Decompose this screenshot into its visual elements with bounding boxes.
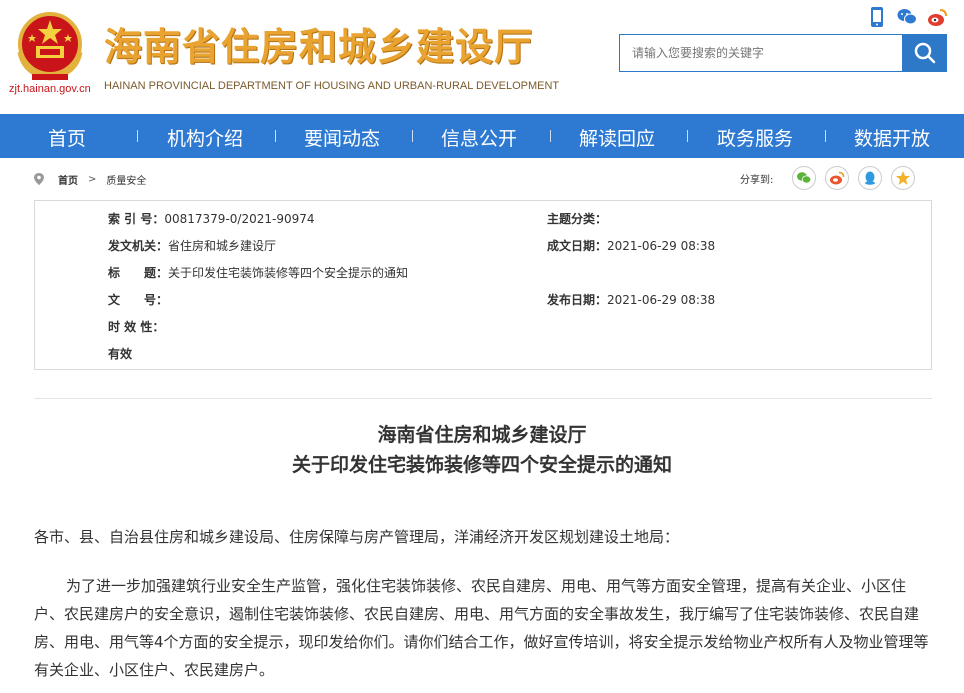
search-button[interactable] [902, 34, 947, 72]
search-icon [914, 42, 935, 64]
meta-issuer: 发文机关：省住房和城乡建设厅 [108, 237, 276, 254]
meta-validity-label: 时 效 性： [108, 320, 165, 334]
nav-separator [275, 130, 276, 142]
article-title-line-2: 关于印发住宅装饰装修等四个安全提示的通知 [291, 454, 672, 476]
meta-date: 成文日期：2021-06-29 08:38 [547, 237, 715, 254]
share-weibo-button[interactable] [825, 166, 850, 190]
meta-doc-number-label: 文 号： [108, 293, 169, 307]
site-subtitle: HAINAN PROVINCIAL DEPARTMENT OF HOUSING … [104, 80, 560, 92]
meta-validity: 时 效 性： [108, 318, 164, 335]
meta-title-value: 关于印发住宅装饰装修等四个安全提示的通知 [168, 266, 409, 280]
meta-publish-label: 发布日期： [547, 293, 608, 307]
breadcrumb-separator: > [88, 173, 97, 185]
site-title[interactable]: 海南省住房和城乡建设厅 [104, 16, 533, 71]
meta-topic: 主题分类： [547, 210, 607, 227]
site-header: zjt.hainan.gov.cn 海南省住房和城乡建设厅 HAINAN PRO… [0, 0, 964, 114]
share-label: 分享到: [740, 174, 774, 186]
national-emblem-icon[interactable] [10, 8, 90, 86]
nav-item-services[interactable]: 政务服务 [717, 124, 793, 151]
meta-doc-number: 文 号： [108, 291, 168, 308]
weibo-icon [830, 171, 845, 185]
meta-index-value: 00817379-0/2021-90974 [164, 212, 315, 226]
meta-topic-label: 主题分类： [547, 212, 608, 226]
search-bar [619, 34, 947, 72]
site-url: zjt.hainan.gov.cn [9, 83, 91, 95]
content-divider [34, 398, 932, 399]
meta-date-label: 成文日期： [547, 239, 608, 253]
search-input[interactable] [619, 34, 903, 72]
document-meta-box: 索 引 号：00817379-0/2021-90974 主题分类： 发文机关：省… [34, 200, 932, 370]
meta-issuer-value: 省住房和城乡建设厅 [168, 239, 277, 253]
meta-index: 索 引 号：00817379-0/2021-90974 [108, 210, 315, 227]
meta-issuer-label: 发文机关： [108, 239, 169, 253]
wechat-icon[interactable] [896, 6, 918, 28]
article-salutation: 各市、县、自治县住房和城乡建设局、住房保障与房产管理局，洋浦经济开发区规划建设土… [34, 528, 680, 546]
breadcrumb-home[interactable]: 首页 [58, 172, 78, 187]
nav-separator [412, 130, 413, 142]
meta-publish-value: 2021-06-29 08:38 [607, 293, 716, 307]
nav-separator [550, 130, 551, 142]
article-title-line-1: 海南省住房和城乡建设厅 [377, 424, 587, 446]
share-qq-button[interactable] [858, 166, 883, 190]
nav-item-organization[interactable]: 机构介绍 [167, 124, 243, 151]
main-nav: 首页 机构介绍 要闻动态 信息公开 解读回应 政务服务 数据开放 [0, 114, 964, 158]
weibo-icon[interactable] [926, 6, 948, 28]
breadcrumb-current[interactable]: 质量安全 [106, 172, 146, 187]
article-body-paragraph: 为了进一步加强建筑行业安全生产监管，强化住宅装饰装修、农民自建房、用电、用气等方… [34, 577, 929, 679]
meta-publish-date: 发布日期：2021-06-29 08:38 [547, 291, 715, 308]
meta-index-label: 索 引 号： [108, 212, 165, 226]
meta-date-value: 2021-06-29 08:38 [607, 239, 716, 253]
qzone-star-icon [896, 171, 911, 185]
location-pin-icon [34, 173, 44, 185]
meta-validity-value: 有效 [108, 347, 133, 361]
mobile-icon[interactable] [866, 6, 888, 28]
nav-separator [137, 130, 138, 142]
qq-icon [865, 171, 876, 185]
nav-item-home[interactable]: 首页 [48, 124, 86, 151]
meta-title-label: 标 题： [108, 266, 169, 280]
share-bar: 分享到: [740, 166, 916, 190]
share-wechat-button[interactable] [792, 166, 817, 190]
nav-separator [687, 130, 688, 142]
share-qzone-button[interactable] [891, 166, 916, 190]
nav-item-info-disclosure[interactable]: 信息公开 [441, 124, 517, 151]
nav-item-open-data[interactable]: 数据开放 [854, 124, 930, 151]
wechat-icon [797, 172, 812, 184]
nav-item-interpretation[interactable]: 解读回应 [579, 124, 655, 151]
breadcrumb: 首页 > 质量安全 [34, 170, 146, 188]
header-social-links [866, 6, 948, 28]
meta-title: 标 题：关于印发住宅装饰装修等四个安全提示的通知 [108, 264, 408, 281]
nav-item-news[interactable]: 要闻动态 [304, 124, 380, 151]
nav-separator [825, 130, 826, 142]
